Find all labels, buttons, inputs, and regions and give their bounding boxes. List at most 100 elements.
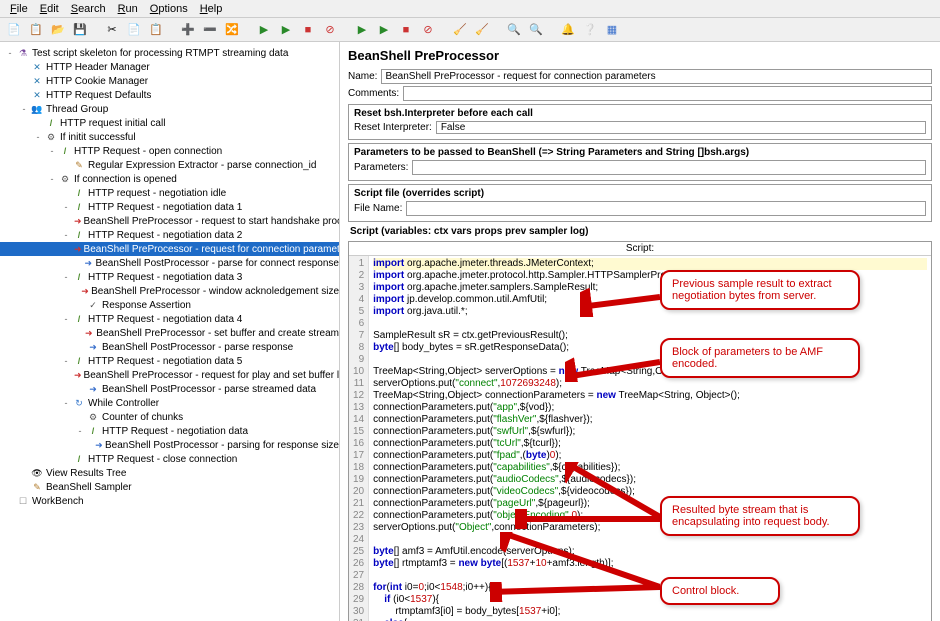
- tree-toggle-icon[interactable]: -: [46, 174, 58, 184]
- tree-item[interactable]: -If connection is opened: [0, 172, 339, 186]
- blue-icon: [83, 257, 94, 269]
- toolbar: 📄 📋 📂 💾 ✂ 📄 📋 ➕ ➖ 🔀 ▶ ▶ ■ ⊘ ▶ ▶ ■ ⊘ 🧹 🧹 …: [0, 18, 940, 42]
- tree-item[interactable]: BeanShell PreProcessor - request for con…: [0, 242, 339, 256]
- toggle-icon[interactable]: 🔀: [222, 20, 242, 40]
- tree-item-label: Regular Expression Extractor - parse con…: [88, 160, 316, 171]
- new-icon[interactable]: 📄: [4, 20, 24, 40]
- tree-item[interactable]: HTTP Header Manager: [0, 60, 339, 74]
- reset-search-icon[interactable]: 🔍: [526, 20, 546, 40]
- menubar: FileEditSearchRunOptionsHelp: [0, 0, 940, 18]
- tree-item[interactable]: HTTP Cookie Manager: [0, 74, 339, 88]
- tree-item[interactable]: Response Assertion: [0, 298, 339, 312]
- remote-shutdown-icon[interactable]: ■: [396, 20, 416, 40]
- tree-toggle-icon[interactable]: -: [60, 202, 72, 212]
- tree-toggle-icon[interactable]: -: [18, 104, 30, 114]
- tree-toggle-icon[interactable]: -: [60, 272, 72, 282]
- tree-item[interactable]: View Results Tree: [0, 466, 339, 480]
- menu-help[interactable]: Help: [194, 3, 229, 15]
- open-icon[interactable]: 📂: [48, 20, 68, 40]
- tree-toggle-icon[interactable]: -: [4, 48, 16, 58]
- tree-item[interactable]: -Test script skeleton for processing RTM…: [0, 46, 339, 60]
- tree-item[interactable]: - HTTP Request - negotiation data 2: [0, 228, 339, 242]
- tree-item[interactable]: BeanShell PreProcessor - window acknoled…: [0, 284, 339, 298]
- tree-toggle-icon[interactable]: -: [74, 426, 86, 436]
- test-plan-tree[interactable]: -Test script skeleton for processing RTM…: [0, 42, 340, 621]
- remote-stop-icon[interactable]: ▶: [374, 20, 394, 40]
- tree-item[interactable]: -If initit successful: [0, 130, 339, 144]
- cfg-icon: [30, 89, 44, 101]
- tree-item-label: BeanShell PreProcessor - request for con…: [84, 244, 340, 255]
- tree-toggle-icon[interactable]: -: [32, 132, 44, 142]
- tree-item[interactable]: - While Controller: [0, 396, 339, 410]
- params-header: Parameters to be passed to BeanShell (=>…: [354, 147, 926, 158]
- pipette-icon: [44, 117, 58, 129]
- tree-item[interactable]: WorkBench: [0, 494, 339, 508]
- expand-icon[interactable]: ➕: [178, 20, 198, 40]
- name-input[interactable]: [381, 69, 932, 84]
- parameters-input[interactable]: [412, 160, 926, 175]
- tree-item[interactable]: HTTP Request Defaults: [0, 88, 339, 102]
- menu-run[interactable]: Run: [112, 3, 144, 15]
- tree-item[interactable]: Counter of chunks: [0, 410, 339, 424]
- tile-icon[interactable]: ▦: [602, 20, 622, 40]
- tree-toggle-icon[interactable]: -: [46, 146, 58, 156]
- menu-edit[interactable]: Edit: [34, 3, 65, 15]
- comments-input[interactable]: [403, 86, 932, 101]
- tree-item-label: HTTP Request - close connection: [88, 454, 237, 465]
- shutdown-icon[interactable]: ⊘: [320, 20, 340, 40]
- cut-icon[interactable]: ✂: [102, 20, 122, 40]
- clear-icon[interactable]: 🧹: [450, 20, 470, 40]
- tree-item[interactable]: HTTP request - negotiation idle: [0, 186, 339, 200]
- cfg-icon: [30, 61, 44, 73]
- search-icon[interactable]: 🔍: [504, 20, 524, 40]
- tree-item[interactable]: -HTTP Request - open connection: [0, 144, 339, 158]
- tree-item[interactable]: HTTP request initial call: [0, 116, 339, 130]
- start-icon[interactable]: ▶: [254, 20, 274, 40]
- tree-toggle-icon[interactable]: -: [60, 398, 72, 408]
- remote-exit-icon[interactable]: ⊘: [418, 20, 438, 40]
- tree-item-label: While Controller: [88, 398, 159, 409]
- tree-item[interactable]: -HTTP Request - negotiation data: [0, 424, 339, 438]
- tree-item[interactable]: BeanShell PreProcessor - set buffer and …: [0, 326, 339, 340]
- flask-icon: [16, 47, 30, 59]
- clear-all-icon[interactable]: 🧹: [472, 20, 492, 40]
- start-no-pause-icon[interactable]: ▶: [276, 20, 296, 40]
- tree-item[interactable]: -HTTP Request - negotiation data 3: [0, 270, 339, 284]
- remote-start-icon[interactable]: ▶: [352, 20, 372, 40]
- tree-item[interactable]: BeanShell PreProcessor - request to star…: [0, 214, 339, 228]
- pipette-icon: [72, 229, 86, 241]
- tree-toggle-icon[interactable]: -: [60, 230, 72, 240]
- filename-input[interactable]: [406, 201, 926, 216]
- tree-item[interactable]: BeanShell PostProcessor - parse for conn…: [0, 256, 339, 270]
- menu-search[interactable]: Search: [65, 3, 112, 15]
- tree-toggle-icon[interactable]: -: [60, 314, 72, 324]
- copy-icon[interactable]: 📄: [124, 20, 144, 40]
- function-helper-icon[interactable]: 🔔: [558, 20, 578, 40]
- tree-item[interactable]: -Thread Group: [0, 102, 339, 116]
- tree-item[interactable]: BeanShell PreProcessor - request for pla…: [0, 368, 339, 382]
- tree-item[interactable]: BeanShell PostProcessor - parse response: [0, 340, 339, 354]
- templates-icon[interactable]: 📋: [26, 20, 46, 40]
- collapse-icon[interactable]: ➖: [200, 20, 220, 40]
- tree-item[interactable]: BeanShell PostProcessor - parse streamed…: [0, 382, 339, 396]
- tree-item[interactable]: Regular Expression Extractor - parse con…: [0, 158, 339, 172]
- tree-item[interactable]: -HTTP Request - negotiation data 5: [0, 354, 339, 368]
- tree-item[interactable]: BeanShell Sampler: [0, 480, 339, 494]
- tree-item[interactable]: -HTTP Request - negotiation data 4: [0, 312, 339, 326]
- help-icon[interactable]: ❔: [580, 20, 600, 40]
- tree-toggle-icon[interactable]: -: [60, 356, 72, 366]
- tree-item[interactable]: HTTP Request - close connection: [0, 452, 339, 466]
- pipette-icon: [86, 425, 100, 437]
- reset-interpreter-value[interactable]: False: [436, 121, 926, 134]
- tree-item-label: HTTP Request - negotiation data 2: [88, 230, 242, 241]
- tree-item-label: BeanShell PostProcessor - parse for conn…: [96, 258, 339, 269]
- menu-file[interactable]: File: [4, 3, 34, 15]
- reset-section-label: Reset bsh.Interpreter before each call: [354, 108, 926, 119]
- menu-options[interactable]: Options: [144, 3, 194, 15]
- tree-item[interactable]: -HTTP Request - negotiation data 1: [0, 200, 339, 214]
- save-icon[interactable]: 💾: [70, 20, 90, 40]
- tree-item-label: BeanShell PostProcessor - parsing for re…: [105, 440, 339, 451]
- stop-icon[interactable]: ■: [298, 20, 318, 40]
- tree-item[interactable]: BeanShell PostProcessor - parsing for re…: [0, 438, 339, 452]
- paste-icon[interactable]: 📋: [146, 20, 166, 40]
